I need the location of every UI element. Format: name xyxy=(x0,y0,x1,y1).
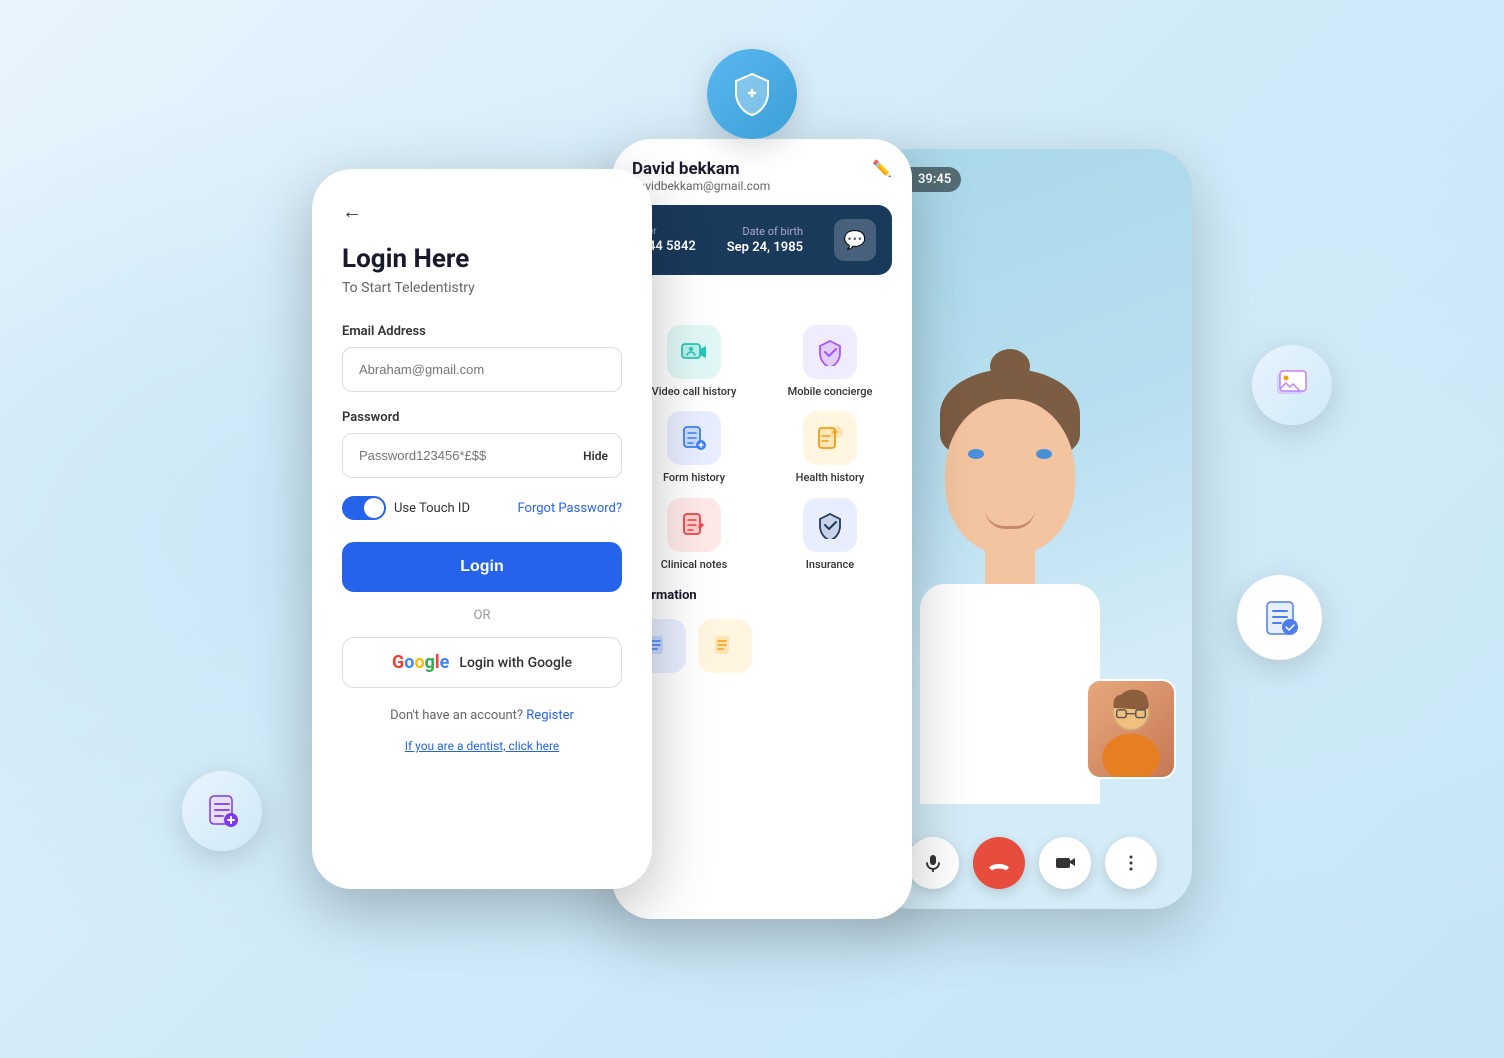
video-controls xyxy=(872,837,1192,889)
dob-label: Date of birth xyxy=(727,225,803,238)
mobile-concierge-label: Mobile concierge xyxy=(788,385,873,399)
or-divider: OR xyxy=(342,608,622,623)
form-history-label: Form history xyxy=(663,471,725,485)
dentist-link[interactable]: If you are a dentist, click here xyxy=(342,739,622,753)
phones-container: ← Login Here To Start Teledentistry Emai… xyxy=(312,139,1192,919)
email-label: Email Address xyxy=(342,324,622,339)
google-login-button[interactable]: Google Login with Google xyxy=(342,637,622,688)
phone-login: ← Login Here To Start Teledentistry Emai… xyxy=(312,169,652,889)
extra-icon-2 xyxy=(698,619,752,673)
form-history-icon xyxy=(667,411,721,465)
phone-label: er xyxy=(648,226,696,237)
register-text-label: Don't have an account? xyxy=(390,708,523,723)
register-prompt: Don't have an account? Register xyxy=(342,708,622,723)
end-call-button[interactable] xyxy=(973,837,1025,889)
forgot-password-link[interactable]: Forgot Password? xyxy=(517,501,622,516)
toggle-thumb xyxy=(364,498,384,518)
menu-item-health-history[interactable]: Health history xyxy=(768,411,892,485)
phone-value: 44 5842 xyxy=(648,239,696,254)
google-login-label: Login with Google xyxy=(459,655,572,671)
dob-value: Sep 24, 1985 xyxy=(727,240,803,255)
video-background: 39:45 xyxy=(872,149,1192,909)
mobile-concierge-icon xyxy=(803,325,857,379)
profile-email: davidbekkam@gmail.com xyxy=(632,179,770,193)
profile-card: er 44 5842 Date of birth Sep 24, 1985 💬 xyxy=(632,205,892,275)
patient-thumbnail xyxy=(1086,679,1176,779)
document-plus-circle xyxy=(182,771,262,851)
menu-item-mobile-concierge[interactable]: Mobile concierge xyxy=(768,325,892,399)
clinical-notes-icon xyxy=(667,498,721,552)
main-scene: ← Login Here To Start Teledentistry Emai… xyxy=(202,69,1302,989)
timer-display: 39:45 xyxy=(918,172,951,187)
profile-name: David bekkam xyxy=(632,159,770,179)
health-history-label: Health history xyxy=(796,471,865,485)
phone-video-call: 39:45 xyxy=(872,149,1192,909)
login-title: Login Here xyxy=(342,244,622,274)
register-link-text[interactable]: Register xyxy=(526,708,574,723)
health-history-icon xyxy=(803,411,857,465)
video-call-icon xyxy=(667,325,721,379)
appointments-label: nts xyxy=(612,290,912,325)
image-circle xyxy=(1252,345,1332,425)
touch-id-toggle[interactable] xyxy=(342,496,386,520)
document-lines-circle xyxy=(1237,575,1322,660)
insurance-label: Insurance xyxy=(806,558,854,572)
login-subtitle: To Start Teledentistry xyxy=(342,280,622,296)
menu-item-insurance[interactable]: Insurance xyxy=(768,498,892,572)
edit-icon[interactable]: ✏️ xyxy=(872,159,892,178)
google-icon: Google xyxy=(392,652,449,673)
back-button[interactable]: ← xyxy=(342,199,622,224)
insurance-icon xyxy=(803,498,857,552)
shield-circle xyxy=(707,49,797,139)
password-label: Password xyxy=(342,410,622,425)
video-call-label: Video call history xyxy=(652,385,737,399)
email-input[interactable] xyxy=(342,347,622,392)
clinical-notes-label: Clinical notes xyxy=(661,558,728,572)
menu-grid: Video call history Mobile concierge xyxy=(612,325,912,584)
phone-dashboard: David bekkam davidbekkam@gmail.com ✏️ er… xyxy=(612,139,912,919)
touch-id-label: Use Touch ID xyxy=(394,501,470,516)
password-input[interactable] xyxy=(342,433,622,478)
information-label: nformation xyxy=(612,584,912,611)
login-button[interactable]: Login xyxy=(342,542,622,592)
chat-button[interactable]: 💬 xyxy=(834,219,876,261)
camera-button[interactable] xyxy=(1039,837,1091,889)
more-button[interactable] xyxy=(1105,837,1157,889)
mic-button[interactable] xyxy=(907,837,959,889)
hide-password-button[interactable]: Hide xyxy=(583,449,608,463)
